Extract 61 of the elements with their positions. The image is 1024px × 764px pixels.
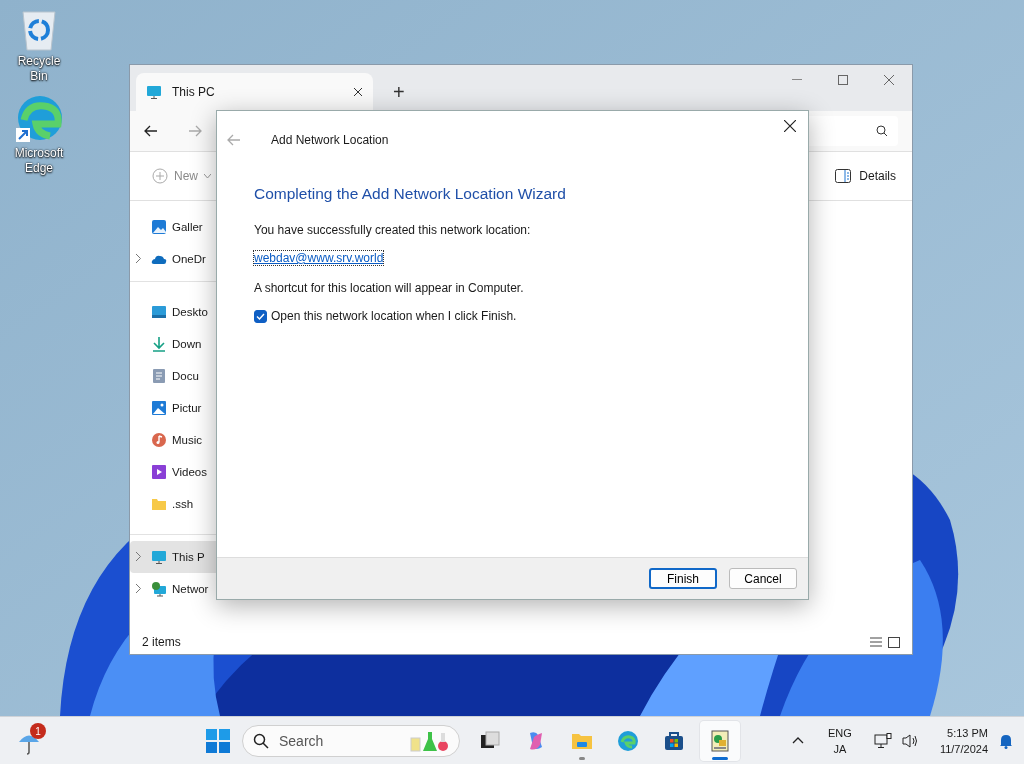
cancel-button[interactable]: Cancel (729, 568, 797, 589)
checkbox[interactable] (254, 309, 267, 323)
chevron-icon[interactable] (136, 254, 141, 263)
windows-logo-icon (206, 728, 230, 753)
download-icon (151, 336, 167, 352)
flasks-icon (409, 729, 449, 752)
document-icon (708, 728, 732, 753)
minimize-icon[interactable] (792, 79, 802, 81)
plus-circle-icon (152, 168, 168, 184)
chevron-icon[interactable] (136, 552, 141, 561)
language-indicator[interactable]: JA (833, 740, 847, 757)
tab-title: This PC (172, 85, 216, 99)
search-bar[interactable]: Search (242, 724, 460, 757)
caret-icon (204, 174, 211, 178)
list-view-icon[interactable] (870, 636, 882, 647)
tile-view-icon[interactable] (888, 636, 900, 648)
desktop-icon-label: Recycle Bin (16, 54, 62, 84)
browser-icon (616, 728, 640, 753)
new-button[interactable]: New (146, 167, 217, 185)
close-icon[interactable] (353, 87, 363, 97)
desktop-icon (151, 304, 167, 320)
music-icon (151, 432, 167, 448)
details-button[interactable]: Details (829, 168, 902, 184)
back-arrow-icon[interactable] (144, 125, 158, 137)
details-pane-icon (835, 169, 852, 183)
chevron-icon[interactable] (136, 584, 141, 593)
clock-time[interactable]: 5:13 PM (947, 724, 988, 741)
dialog-title: Add Network Location (271, 133, 389, 147)
network-icon[interactable] (873, 732, 892, 749)
maximize-icon[interactable] (838, 75, 848, 85)
checkbox-label: Open this network location when I click Finish. (271, 309, 517, 323)
window-tab[interactable]: This PC (136, 73, 373, 111)
search-icon (876, 125, 888, 137)
gallery-icon (151, 219, 167, 235)
clock-date[interactable]: 11/7/2024 (939, 740, 988, 757)
location-link[interactable]: webdav@www.srv.world (254, 251, 384, 265)
document-icon (151, 368, 167, 384)
wizard-heading: Completing the Add Network Location Wizard (254, 185, 567, 203)
status-text: 2 items (142, 635, 181, 649)
search-input[interactable]: Search (277, 731, 401, 750)
pictures-icon (151, 400, 167, 416)
desktop-icon-label: Microsoft Edge (13, 146, 65, 176)
search-icon (253, 732, 269, 749)
edge-icon[interactable] (14, 94, 64, 144)
note-text: A shortcut for this location will appear in Computer. (254, 281, 525, 295)
close-icon (784, 120, 796, 132)
videos-icon (151, 464, 167, 480)
chevron-up-icon[interactable] (792, 737, 805, 744)
back-arrow-icon (227, 134, 241, 146)
bell-icon[interactable] (998, 732, 1014, 749)
volume-icon[interactable] (901, 732, 920, 749)
computer-icon (146, 84, 162, 100)
folder-icon (151, 496, 167, 512)
language-indicator[interactable]: ENG (828, 724, 852, 741)
recycle-bin-icon[interactable] (19, 8, 59, 52)
network-icon (151, 581, 167, 597)
message-text: You have successfully created this network location: (254, 223, 532, 237)
finish-button[interactable]: Finish (649, 568, 717, 589)
computer-icon (151, 549, 167, 565)
notification-badge: 1 (30, 723, 46, 739)
new-tab-button[interactable]: + (387, 80, 411, 105)
